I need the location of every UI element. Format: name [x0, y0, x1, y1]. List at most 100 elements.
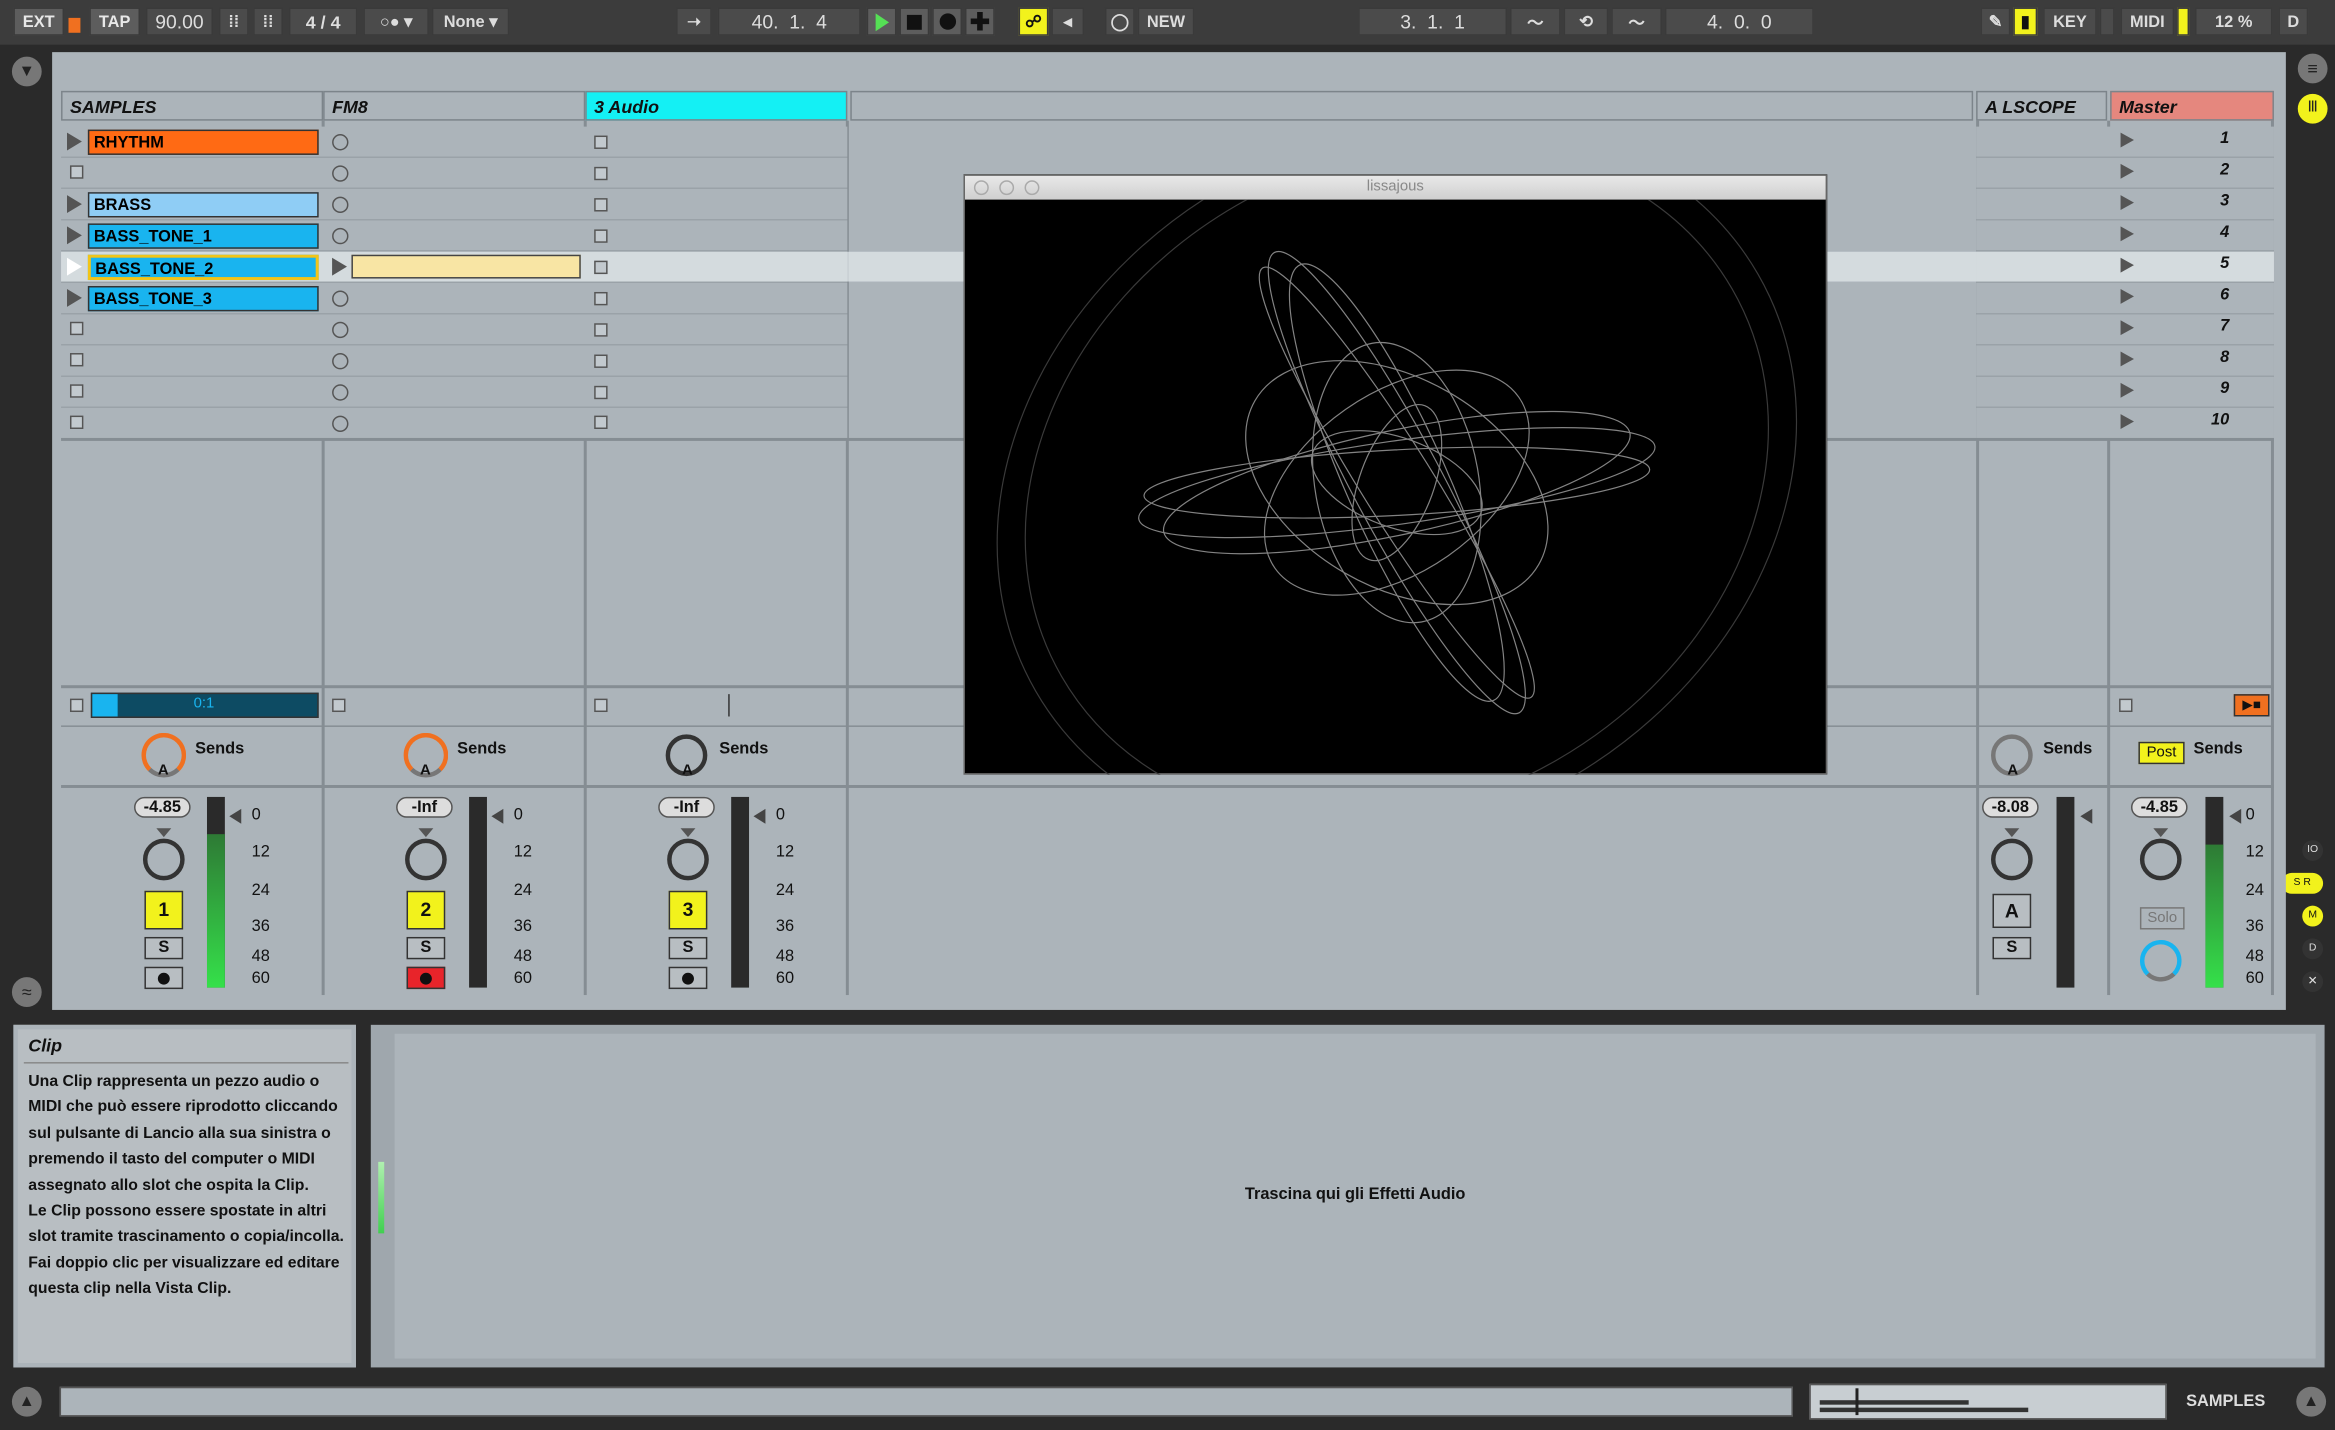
scene-play-icon[interactable]	[2120, 195, 2134, 211]
post-button[interactable]: Post	[2138, 741, 2185, 765]
pan-knob-return[interactable]	[1991, 838, 2033, 881]
pan-knob-master[interactable]	[2139, 838, 2182, 881]
plugin-window-lissajous[interactable]: lissajous	[963, 174, 1828, 775]
volume-fader-arrow-icon[interactable]	[229, 808, 242, 824]
menu-lines-icon[interactable]: ≡	[2297, 53, 2328, 84]
info-view-toggle-icon[interactable]: ▲	[11, 1386, 42, 1417]
scene-play-icon[interactable]	[2120, 163, 2134, 179]
arm-button[interactable]	[668, 966, 708, 990]
clip-launch-icon[interactable]	[67, 226, 82, 245]
record-slot-icon[interactable]	[332, 290, 349, 307]
clip-stop-icon[interactable]	[69, 321, 84, 336]
automation-arm-button[interactable]: ☍	[1018, 7, 1049, 36]
stop-all-clips-icon[interactable]	[69, 698, 84, 713]
record-slot-icon[interactable]	[332, 321, 349, 339]
arrangement-position-field[interactable]: 40. 1. 4	[717, 7, 861, 36]
clip-rhythm[interactable]: RHYTHM	[87, 129, 319, 155]
track-activator-button[interactable]: 2	[406, 890, 446, 930]
clip-stop-icon[interactable]	[594, 415, 608, 429]
clip-stop-icon[interactable]	[594, 323, 608, 337]
stop-button[interactable]	[899, 7, 930, 36]
punch-in-button[interactable]: 〜	[1510, 7, 1561, 36]
stop-all-clips-button[interactable]: ▶■	[2233, 694, 2270, 717]
empty-midi-clip[interactable]	[351, 254, 581, 279]
scene-play-icon[interactable]	[2120, 132, 2134, 148]
clip-stop-icon[interactable]	[594, 229, 608, 243]
volume-readout-master[interactable]: -4.85	[2130, 796, 2188, 818]
punch-out-button[interactable]: 〜	[1611, 7, 1662, 36]
scene-play-icon[interactable]	[2120, 288, 2134, 304]
pan-knob[interactable]	[667, 838, 709, 881]
clip-stop-icon[interactable]	[594, 291, 608, 306]
computer-midi-button[interactable]: ▮	[2013, 7, 2038, 36]
volume-readout[interactable]: -4.85	[134, 796, 191, 818]
pan-knob[interactable]	[405, 838, 447, 881]
sends-toggle-icon[interactable]: S R	[2281, 872, 2324, 894]
scene-launcher[interactable]: 5	[2110, 250, 2274, 281]
clip-stop-icon[interactable]	[69, 353, 84, 367]
solo-selector-button[interactable]: Solo	[2139, 907, 2185, 930]
clip-launch-icon[interactable]	[67, 288, 82, 307]
midi-map-button[interactable]: MIDI	[2120, 7, 2175, 36]
follow-button[interactable]: ➝	[676, 7, 712, 36]
tempo-field[interactable]: 90.00	[145, 7, 213, 36]
track-header-3-audio[interactable]: 3 Audio	[585, 90, 848, 121]
loop-length-field[interactable]: 4. 0. 0	[1664, 7, 1814, 36]
scene-launcher[interactable]: 4	[2110, 219, 2274, 250]
metronome-button[interactable]: ○● ▾	[363, 7, 429, 36]
clip-stop-icon[interactable]	[69, 165, 84, 179]
scene-play-icon[interactable]	[2120, 351, 2134, 367]
stop-track-icon[interactable]	[332, 698, 346, 713]
scene-play-icon[interactable]	[2120, 414, 2134, 429]
play-button[interactable]	[866, 7, 897, 36]
clip-bass-tone-2[interactable]: BASS_TONE_2	[87, 254, 319, 281]
volume-fader-arrow-icon[interactable]	[753, 808, 766, 824]
ext-sync-button[interactable]: EXT	[13, 7, 65, 36]
clip-launch-icon[interactable]	[332, 257, 347, 276]
crossfader-toggle-icon[interactable]: ✕	[2302, 971, 2324, 993]
scene-launcher[interactable]: 7	[2110, 313, 2274, 344]
pan-knob[interactable]	[142, 838, 185, 881]
key-map-button[interactable]: KEY	[2043, 7, 2097, 36]
arm-button[interactable]	[406, 966, 446, 990]
browser-toggle-icon[interactable]: ▼	[11, 56, 42, 87]
record-slot-icon[interactable]	[332, 227, 349, 245]
track-header-a-lscope[interactable]: A LSCOPE	[1976, 90, 2108, 121]
scene-launcher[interactable]: 2	[2110, 156, 2274, 187]
volume-fader-arrow-icon[interactable]	[2229, 808, 2242, 824]
session-view-icon[interactable]: Ⅲ	[2297, 93, 2328, 124]
nudge-up-button[interactable]: ⁞⁞	[253, 7, 283, 36]
track-header-samples[interactable]: SAMPLES	[61, 90, 324, 121]
solo-button[interactable]: S	[668, 936, 708, 960]
tap-tempo-button[interactable]: TAP	[89, 7, 140, 36]
quantization-dropdown[interactable]: None ▾	[431, 7, 510, 36]
arm-button[interactable]	[144, 966, 184, 990]
return-a-button[interactable]: A	[1992, 893, 2032, 929]
clip-stop-icon[interactable]	[594, 260, 608, 275]
scene-launcher[interactable]: 3	[2110, 188, 2274, 219]
clip-brass[interactable]: BRASS	[87, 192, 319, 218]
record-slot-icon[interactable]	[332, 415, 349, 432]
solo-button-return[interactable]: S	[1992, 936, 2032, 960]
clip-stop-icon[interactable]	[594, 198, 608, 212]
clip-launch-icon[interactable]	[67, 132, 82, 151]
track-header-fm8[interactable]: FM8	[323, 90, 586, 121]
new-scene-button[interactable]: NEW	[1137, 7, 1195, 36]
cue-volume-knob[interactable]	[2139, 939, 2182, 982]
overdub-button[interactable]: ✚	[964, 7, 995, 36]
clip-bass-tone-1[interactable]: BASS_TONE_1	[87, 223, 319, 249]
plugin-title-bar[interactable]: lissajous	[964, 175, 1826, 200]
clip-stop-icon[interactable]	[594, 166, 608, 181]
track-activator-button[interactable]: 1	[144, 890, 184, 930]
record-slot-icon[interactable]	[332, 165, 349, 182]
loop-start-field[interactable]: 3. 1. 1	[1358, 7, 1508, 36]
solo-button[interactable]: S	[406, 936, 446, 960]
reenable-automation-button[interactable]: ◂	[1051, 7, 1085, 36]
draw-mode-button[interactable]: ✎	[1980, 7, 2011, 36]
volume-readout[interactable]: -Inf	[396, 796, 453, 818]
track-header-master[interactable]: Master	[2110, 90, 2274, 121]
mixer-toggle-icon[interactable]: M	[2302, 905, 2324, 927]
record-slot-icon[interactable]	[332, 353, 349, 370]
groove-pool-icon[interactable]: ≈	[11, 977, 42, 1007]
overview-scrubber[interactable]	[1809, 1383, 2167, 1420]
